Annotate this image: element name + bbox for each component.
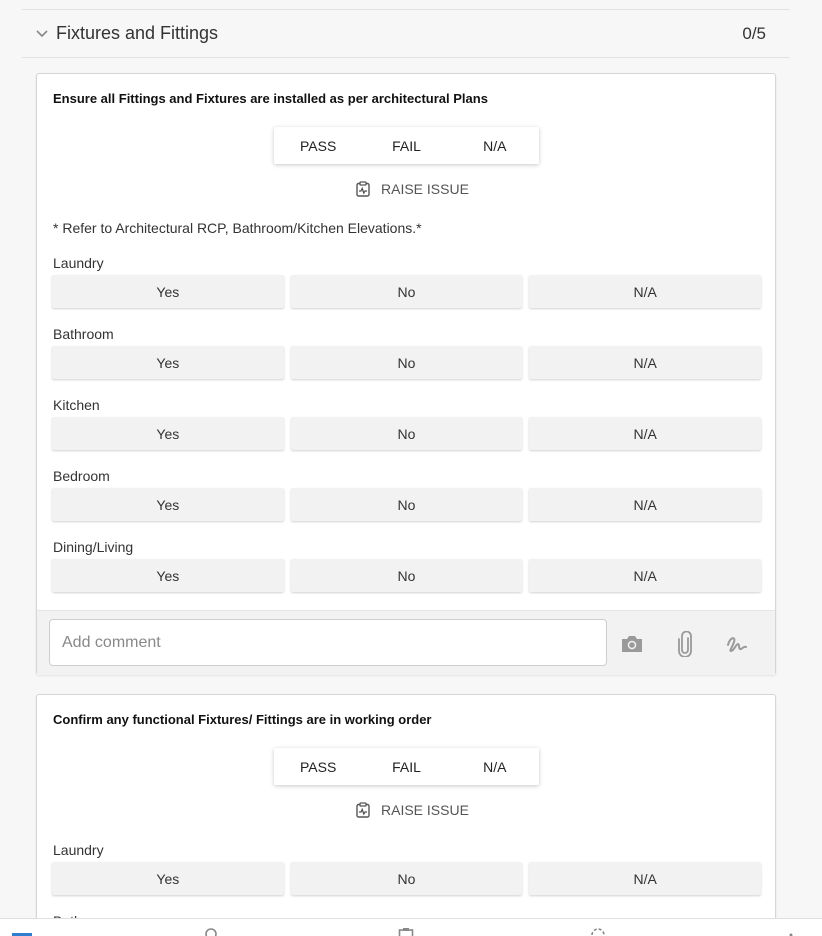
no-option[interactable]: No bbox=[290, 346, 523, 379]
na-option[interactable]: N/A bbox=[529, 346, 762, 379]
comment-bar bbox=[37, 610, 775, 675]
question-title: Confirm any functional Fixtures/ Fitting… bbox=[53, 712, 432, 727]
yes-option[interactable]: Yes bbox=[52, 346, 284, 379]
camera-icon[interactable] bbox=[619, 631, 645, 657]
no-option[interactable]: No bbox=[290, 275, 523, 308]
option-row: Yes No N/A bbox=[52, 488, 762, 521]
fail-button[interactable]: FAIL bbox=[362, 748, 450, 785]
section-title: Fixtures and Fittings bbox=[56, 23, 219, 43]
signature-icon[interactable] bbox=[724, 631, 750, 657]
clipboard-icon[interactable] bbox=[397, 927, 415, 936]
pass-fail-group: PASS FAIL N/A bbox=[274, 127, 539, 164]
row-label: Bedroom bbox=[53, 468, 110, 484]
question-card: Ensure all Fittings and Fixtures are ins… bbox=[36, 73, 776, 675]
na-button[interactable]: N/A bbox=[451, 127, 539, 164]
chevron-down-icon[interactable] bbox=[32, 24, 52, 44]
na-option[interactable]: N/A bbox=[529, 559, 762, 592]
more-icon[interactable] bbox=[788, 927, 794, 936]
na-option[interactable]: N/A bbox=[529, 488, 762, 521]
yes-option[interactable]: Yes bbox=[52, 275, 284, 308]
fail-button[interactable]: FAIL bbox=[362, 127, 450, 164]
row-label: Dining/Living bbox=[53, 539, 134, 555]
na-button[interactable]: N/A bbox=[451, 748, 539, 785]
no-option[interactable]: No bbox=[290, 417, 523, 450]
row-label: Laundry bbox=[53, 255, 104, 271]
question-card: Confirm any functional Fixtures/ Fitting… bbox=[36, 694, 776, 936]
section-progress-count: 0/5 bbox=[742, 23, 766, 43]
no-option[interactable]: No bbox=[290, 559, 523, 592]
option-row: Yes No N/A bbox=[52, 862, 762, 895]
na-option[interactable]: N/A bbox=[529, 862, 762, 895]
no-option[interactable]: No bbox=[290, 488, 523, 521]
clipboard-pulse-icon bbox=[355, 802, 371, 818]
no-option[interactable]: No bbox=[290, 862, 523, 895]
pass-fail-group: PASS FAIL N/A bbox=[274, 748, 539, 785]
raise-issue-button[interactable]: RAISE ISSUE bbox=[355, 802, 469, 818]
option-row: Yes No N/A bbox=[52, 417, 762, 450]
na-option[interactable]: N/A bbox=[529, 417, 762, 450]
raise-issue-label: RAISE ISSUE bbox=[381, 802, 469, 818]
yes-option[interactable]: Yes bbox=[52, 488, 284, 521]
na-option[interactable]: N/A bbox=[529, 275, 762, 308]
yes-option[interactable]: Yes bbox=[52, 862, 284, 895]
pass-button[interactable]: PASS bbox=[274, 127, 362, 164]
bottom-nav bbox=[0, 918, 822, 936]
option-row: Yes No N/A bbox=[52, 346, 762, 379]
pass-button[interactable]: PASS bbox=[274, 748, 362, 785]
row-label: Laundry bbox=[53, 842, 104, 858]
history-icon[interactable] bbox=[589, 927, 607, 936]
question-title: Ensure all Fittings and Fixtures are ins… bbox=[53, 91, 488, 106]
row-label: Bathroom bbox=[53, 326, 114, 342]
yes-option[interactable]: Yes bbox=[52, 559, 284, 592]
yes-option[interactable]: Yes bbox=[52, 417, 284, 450]
row-label: Kitchen bbox=[53, 397, 100, 413]
option-row: Yes No N/A bbox=[52, 559, 762, 592]
option-row: Yes No N/A bbox=[52, 275, 762, 308]
comment-input[interactable] bbox=[49, 619, 607, 666]
inspection-page: Fixtures and Fittings 0/5 Ensure all Fit… bbox=[0, 0, 822, 936]
clipboard-pulse-icon bbox=[355, 181, 371, 197]
paperclip-icon[interactable] bbox=[672, 631, 698, 657]
search-icon[interactable] bbox=[203, 927, 219, 936]
raise-issue-label: RAISE ISSUE bbox=[381, 181, 469, 197]
section-header[interactable]: Fixtures and Fittings 0/5 bbox=[22, 10, 790, 58]
question-note: * Refer to Architectural RCP, Bathroom/K… bbox=[53, 220, 422, 236]
raise-issue-button[interactable]: RAISE ISSUE bbox=[355, 181, 469, 197]
